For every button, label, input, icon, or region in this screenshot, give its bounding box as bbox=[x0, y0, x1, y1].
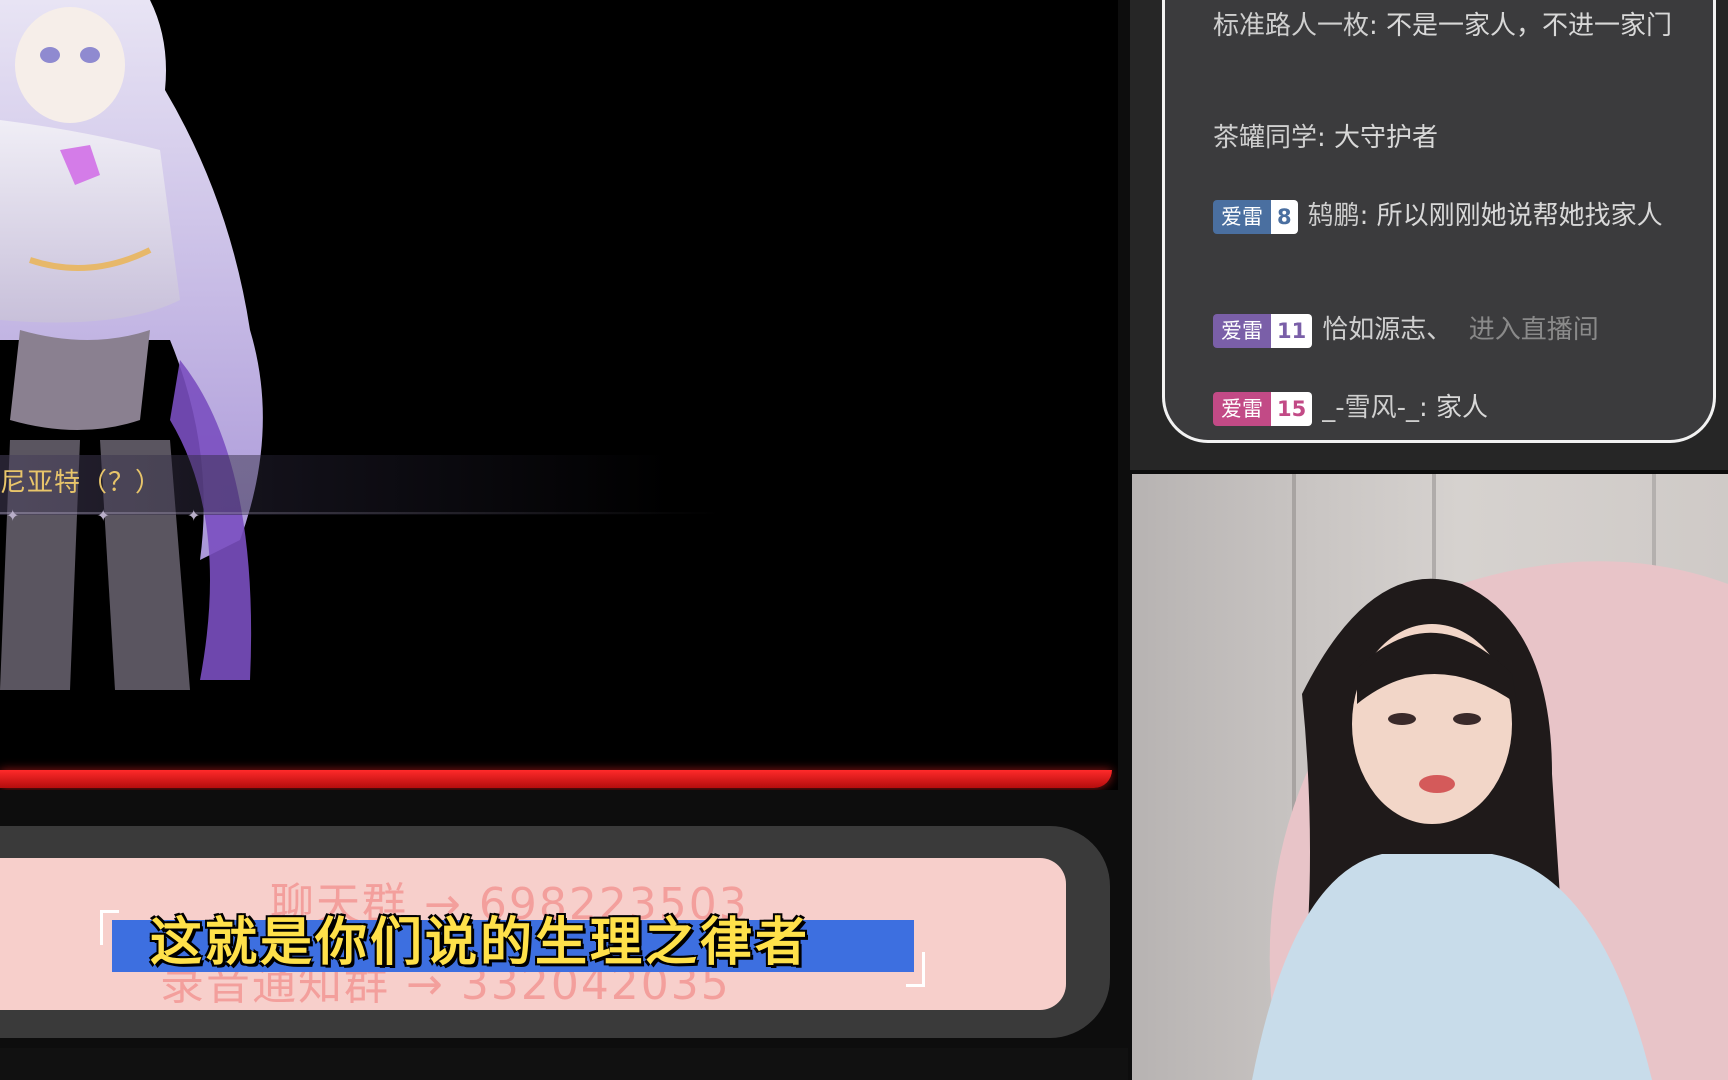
chat-message: 标准路人一枚: 不是一家人，不进一家门 bbox=[1213, 11, 1673, 41]
chat-message: 爱雷 8 鸫鹏: 所以刚刚她说帮她找家人 bbox=[1213, 198, 1693, 234]
chat-box[interactable]: 标准路人一枚: 不是一家人，不进一家门 茶罐同学: 大守护者 爱雷 8 鸫鹏: … bbox=[1162, 0, 1716, 443]
speaker-name: 尼亚特（？） bbox=[0, 468, 163, 498]
fan-badge-name: 爱雷 bbox=[1213, 199, 1271, 234]
chat-user: 茶罐同学 bbox=[1213, 123, 1318, 153]
chat-message: 爱雷 11 恰如源志、 进入直播间 bbox=[1213, 312, 1693, 348]
subtitle-bracket-right bbox=[906, 952, 925, 987]
chat-user: 鸫鹏 bbox=[1307, 201, 1360, 231]
fan-badge-name: 爱雷 bbox=[1213, 391, 1271, 426]
fan-badge-level: 8 bbox=[1271, 199, 1298, 234]
chat-user: 恰如源志、 bbox=[1322, 315, 1453, 345]
webcam-feed bbox=[1132, 474, 1728, 1080]
progress-bar-red bbox=[0, 770, 1112, 788]
subtitle-bracket-left bbox=[100, 910, 119, 945]
chat-text: 家人 bbox=[1436, 393, 1489, 423]
fan-badge-name: 爱雷 bbox=[1213, 313, 1271, 348]
chat-message: 茶罐同学: 大守护者 bbox=[1213, 123, 1439, 153]
chat-enter-notice: 进入直播间 bbox=[1468, 315, 1599, 345]
video-subtitle: 这就是你们说的生理之律者 bbox=[150, 913, 811, 973]
chat-panel: 标准路人一枚: 不是一家人，不进一家门 茶罐同学: 大守护者 爱雷 8 鸫鹏: … bbox=[1130, 0, 1728, 470]
fan-badge: 爱雷 8 bbox=[1213, 199, 1298, 234]
game-view: 尼亚特（？） ✦ ✦ ✦ bbox=[0, 0, 1118, 790]
fan-badge: 爱雷 15 bbox=[1213, 391, 1313, 426]
star-decoration: ✦ ✦ ✦ bbox=[6, 506, 237, 525]
chat-user: 标准路人一枚 bbox=[1213, 11, 1370, 41]
chat-text: 大守护者 bbox=[1334, 123, 1439, 153]
fan-badge-level: 15 bbox=[1271, 391, 1313, 426]
chat-message: 爱雷 15 _-雪风-_: 家人 bbox=[1213, 390, 1693, 426]
chat-user: _-雪风-_ bbox=[1322, 393, 1419, 423]
chat-text: 不是一家人，不进一家门 bbox=[1386, 11, 1673, 41]
fan-badge-level: 11 bbox=[1271, 313, 1313, 348]
fan-badge: 爱雷 11 bbox=[1213, 313, 1313, 348]
character-art bbox=[0, 0, 263, 690]
chat-text: 所以刚刚她说帮她找家人 bbox=[1376, 201, 1663, 231]
streamer-image bbox=[1252, 474, 1728, 1080]
bottom-strip bbox=[0, 1048, 1128, 1080]
